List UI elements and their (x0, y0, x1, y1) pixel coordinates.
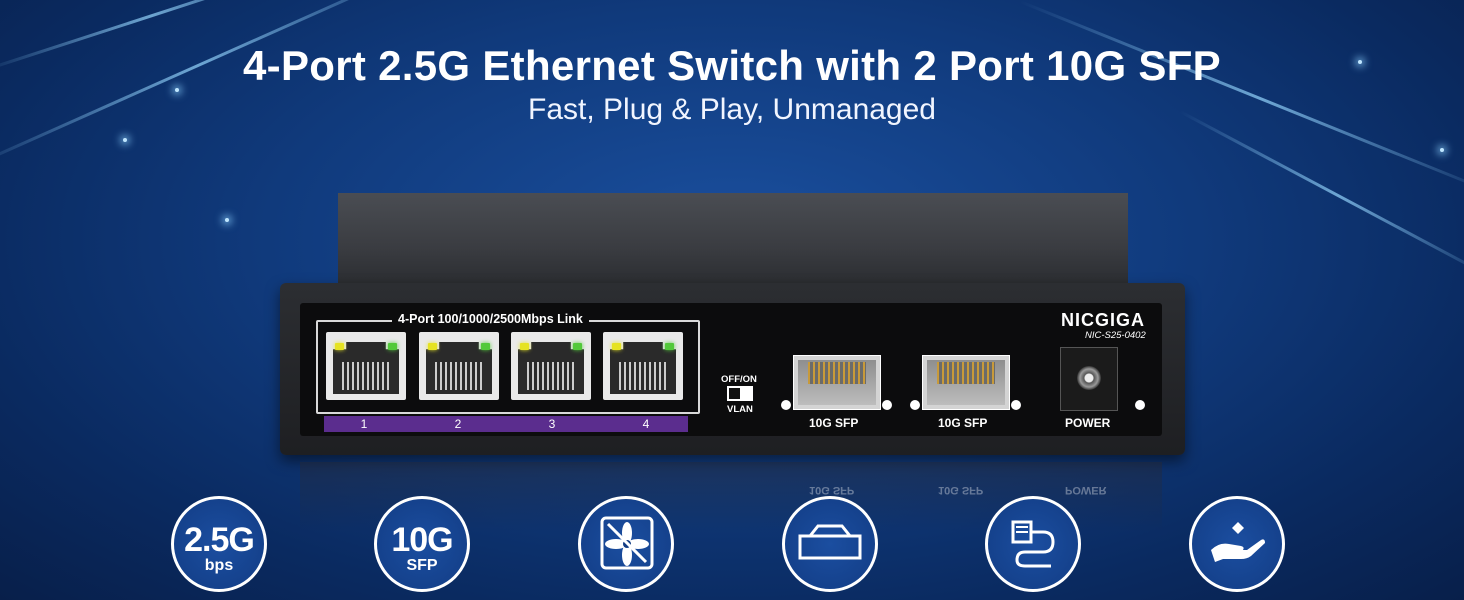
power-jack (1060, 347, 1118, 411)
speed-value: 2.5G (184, 521, 255, 559)
sfp-unit: SFP (406, 557, 438, 574)
page-title: 4-Port 2.5G Ethernet Switch with 2 Port … (243, 42, 1221, 89)
metal-case-icon (782, 496, 878, 592)
power-label: POWER (1065, 416, 1111, 430)
link-led-icon (520, 343, 529, 350)
hand-diamond-icon (1211, 522, 1265, 562)
background-light-beam (1179, 110, 1464, 282)
vlan-dip-switch (727, 386, 753, 401)
background-sparkle (123, 138, 127, 142)
port-number-3: 3 (548, 417, 556, 431)
reflection-port-label: 10G SFP (938, 484, 984, 496)
sfp-speed-value: 10G (391, 521, 453, 559)
port-number-4: 4 (642, 417, 650, 431)
rj45-pins (619, 362, 667, 390)
model-number: NIC-S25-0402 (1085, 330, 1146, 341)
sfp-contacts (937, 362, 995, 384)
fan-icon (600, 516, 654, 570)
speed-unit: bps (204, 557, 234, 574)
sfp-contacts (808, 362, 866, 384)
link-led-icon (612, 343, 621, 350)
plug-and-play-icon (985, 496, 1081, 592)
vlan-switch-top-label: OFF/ON (721, 374, 757, 385)
reflection-power-label: POWER (1065, 484, 1107, 496)
sfp-10g-icon: 10G SFP (374, 496, 470, 592)
port-number-2: 2 (454, 417, 462, 431)
background-sparkle (1440, 148, 1444, 152)
link-led-icon (335, 343, 344, 350)
ethernet-cable-icon (1011, 520, 1055, 568)
reflection-port-label: 10G SFP (809, 484, 855, 496)
sfp-led-icon (1011, 400, 1021, 410)
link-led-icon (428, 343, 437, 350)
activity-led-icon (665, 343, 674, 350)
sfp-led-icon (910, 400, 920, 410)
brand-logo: NICGIGA (1061, 310, 1146, 330)
rj45-port-4 (603, 332, 683, 400)
fanless-icon (578, 496, 674, 592)
rj45-pins (527, 362, 575, 390)
switch-device-top (338, 193, 1128, 285)
box-icon (798, 524, 862, 560)
power-jack-socket (1077, 366, 1101, 390)
port-number-bar (324, 416, 688, 432)
activity-led-icon (573, 343, 582, 350)
rj45-pins (435, 362, 483, 390)
page-subtitle: Fast, Plug & Play, Unmanaged (528, 93, 936, 126)
speed-2-5g-icon: 2.5G bps (171, 496, 267, 592)
rj45-port-group-label: 4-Port 100/1000/2500Mbps Link (392, 312, 589, 326)
activity-led-icon (481, 343, 490, 350)
sfp-port-2 (922, 355, 1010, 410)
background-sparkle (225, 218, 229, 222)
sfp-led-icon (882, 400, 892, 410)
rj45-port-1 (326, 332, 406, 400)
rj45-pins (342, 362, 390, 390)
rj45-port-3 (511, 332, 591, 400)
activity-led-icon (388, 343, 397, 350)
rj45-port-2 (419, 332, 499, 400)
hand-care-icon (1189, 496, 1285, 592)
sfp-port-2-label: 10G SFP (938, 416, 988, 430)
vlan-switch-bottom-label: VLAN (727, 404, 753, 415)
sfp-port-1 (793, 355, 881, 410)
sfp-led-icon (781, 400, 791, 410)
sfp-port-1-label: 10G SFP (809, 416, 859, 430)
port-number-1: 1 (360, 417, 368, 431)
power-led-icon (1135, 400, 1145, 410)
